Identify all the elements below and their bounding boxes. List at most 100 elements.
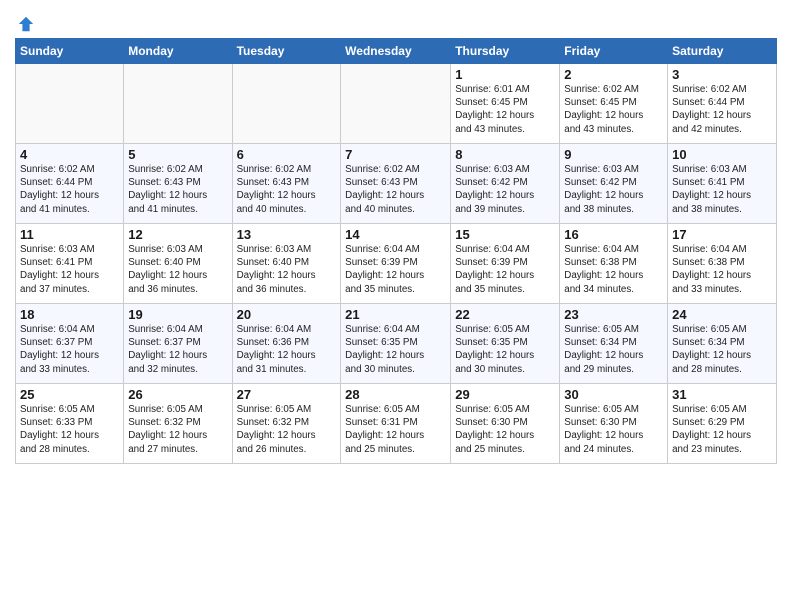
day-info: Sunrise: 6:02 AMSunset: 6:44 PMDaylight:… [672, 83, 772, 136]
calendar-week-row: 11Sunrise: 6:03 AMSunset: 6:41 PMDayligh… [16, 224, 777, 304]
day-number: 18 [20, 307, 119, 322]
day-number: 23 [564, 307, 663, 322]
day-number: 14 [345, 227, 446, 242]
calendar-cell: 25Sunrise: 6:05 AMSunset: 6:33 PMDayligh… [16, 384, 124, 464]
day-info: Sunrise: 6:03 AMSunset: 6:41 PMDaylight:… [672, 163, 772, 216]
day-number: 22 [455, 307, 555, 322]
day-number: 28 [345, 387, 446, 402]
calendar-cell: 11Sunrise: 6:03 AMSunset: 6:41 PMDayligh… [16, 224, 124, 304]
day-number: 10 [672, 147, 772, 162]
day-info: Sunrise: 6:02 AMSunset: 6:43 PMDaylight:… [237, 163, 337, 216]
day-number: 12 [128, 227, 227, 242]
calendar-table: SundayMondayTuesdayWednesdayThursdayFrid… [15, 38, 777, 464]
page-container: SundayMondayTuesdayWednesdayThursdayFrid… [0, 0, 792, 469]
day-number: 9 [564, 147, 663, 162]
day-info: Sunrise: 6:05 AMSunset: 6:35 PMDaylight:… [455, 323, 555, 376]
calendar-cell: 12Sunrise: 6:03 AMSunset: 6:40 PMDayligh… [124, 224, 232, 304]
day-info: Sunrise: 6:03 AMSunset: 6:41 PMDaylight:… [20, 243, 119, 296]
calendar-cell: 27Sunrise: 6:05 AMSunset: 6:32 PMDayligh… [232, 384, 341, 464]
day-info: Sunrise: 6:04 AMSunset: 6:38 PMDaylight:… [564, 243, 663, 296]
day-info: Sunrise: 6:03 AMSunset: 6:40 PMDaylight:… [128, 243, 227, 296]
weekday-header-wednesday: Wednesday [341, 39, 451, 64]
day-number: 30 [564, 387, 663, 402]
calendar-cell: 9Sunrise: 6:03 AMSunset: 6:42 PMDaylight… [560, 144, 668, 224]
day-number: 1 [455, 67, 555, 82]
logo [15, 15, 35, 33]
calendar-cell [124, 64, 232, 144]
calendar-cell: 24Sunrise: 6:05 AMSunset: 6:34 PMDayligh… [668, 304, 777, 384]
day-number: 17 [672, 227, 772, 242]
calendar-cell: 14Sunrise: 6:04 AMSunset: 6:39 PMDayligh… [341, 224, 451, 304]
calendar-cell: 29Sunrise: 6:05 AMSunset: 6:30 PMDayligh… [451, 384, 560, 464]
day-number: 29 [455, 387, 555, 402]
calendar-cell: 21Sunrise: 6:04 AMSunset: 6:35 PMDayligh… [341, 304, 451, 384]
calendar-cell: 15Sunrise: 6:04 AMSunset: 6:39 PMDayligh… [451, 224, 560, 304]
day-number: 6 [237, 147, 337, 162]
day-number: 4 [20, 147, 119, 162]
calendar-cell: 26Sunrise: 6:05 AMSunset: 6:32 PMDayligh… [124, 384, 232, 464]
calendar-cell: 3Sunrise: 6:02 AMSunset: 6:44 PMDaylight… [668, 64, 777, 144]
day-info: Sunrise: 6:04 AMSunset: 6:39 PMDaylight:… [345, 243, 446, 296]
day-number: 2 [564, 67, 663, 82]
calendar-cell: 31Sunrise: 6:05 AMSunset: 6:29 PMDayligh… [668, 384, 777, 464]
day-number: 27 [237, 387, 337, 402]
day-number: 25 [20, 387, 119, 402]
day-info: Sunrise: 6:02 AMSunset: 6:43 PMDaylight:… [128, 163, 227, 216]
day-number: 13 [237, 227, 337, 242]
day-info: Sunrise: 6:05 AMSunset: 6:34 PMDaylight:… [564, 323, 663, 376]
weekday-header-thursday: Thursday [451, 39, 560, 64]
calendar-cell: 8Sunrise: 6:03 AMSunset: 6:42 PMDaylight… [451, 144, 560, 224]
day-number: 5 [128, 147, 227, 162]
calendar-cell: 5Sunrise: 6:02 AMSunset: 6:43 PMDaylight… [124, 144, 232, 224]
day-number: 16 [564, 227, 663, 242]
calendar-cell: 13Sunrise: 6:03 AMSunset: 6:40 PMDayligh… [232, 224, 341, 304]
day-number: 26 [128, 387, 227, 402]
calendar-week-row: 25Sunrise: 6:05 AMSunset: 6:33 PMDayligh… [16, 384, 777, 464]
calendar-body: 1Sunrise: 6:01 AMSunset: 6:45 PMDaylight… [16, 64, 777, 464]
day-number: 31 [672, 387, 772, 402]
calendar-week-row: 4Sunrise: 6:02 AMSunset: 6:44 PMDaylight… [16, 144, 777, 224]
day-info: Sunrise: 6:03 AMSunset: 6:42 PMDaylight:… [455, 163, 555, 216]
calendar-cell [16, 64, 124, 144]
day-number: 20 [237, 307, 337, 322]
calendar-cell [232, 64, 341, 144]
calendar-week-row: 1Sunrise: 6:01 AMSunset: 6:45 PMDaylight… [16, 64, 777, 144]
weekday-header-friday: Friday [560, 39, 668, 64]
calendar-cell: 30Sunrise: 6:05 AMSunset: 6:30 PMDayligh… [560, 384, 668, 464]
day-info: Sunrise: 6:05 AMSunset: 6:33 PMDaylight:… [20, 403, 119, 456]
header [15, 10, 777, 33]
calendar-cell: 20Sunrise: 6:04 AMSunset: 6:36 PMDayligh… [232, 304, 341, 384]
calendar-cell: 4Sunrise: 6:02 AMSunset: 6:44 PMDaylight… [16, 144, 124, 224]
day-info: Sunrise: 6:05 AMSunset: 6:30 PMDaylight:… [455, 403, 555, 456]
day-info: Sunrise: 6:02 AMSunset: 6:44 PMDaylight:… [20, 163, 119, 216]
day-info: Sunrise: 6:05 AMSunset: 6:29 PMDaylight:… [672, 403, 772, 456]
day-number: 8 [455, 147, 555, 162]
weekday-header-tuesday: Tuesday [232, 39, 341, 64]
calendar-cell: 7Sunrise: 6:02 AMSunset: 6:43 PMDaylight… [341, 144, 451, 224]
calendar-cell: 18Sunrise: 6:04 AMSunset: 6:37 PMDayligh… [16, 304, 124, 384]
calendar-cell: 17Sunrise: 6:04 AMSunset: 6:38 PMDayligh… [668, 224, 777, 304]
day-info: Sunrise: 6:04 AMSunset: 6:39 PMDaylight:… [455, 243, 555, 296]
calendar-cell: 16Sunrise: 6:04 AMSunset: 6:38 PMDayligh… [560, 224, 668, 304]
calendar-header: SundayMondayTuesdayWednesdayThursdayFrid… [16, 39, 777, 64]
day-info: Sunrise: 6:05 AMSunset: 6:30 PMDaylight:… [564, 403, 663, 456]
logo-icon [17, 15, 35, 33]
day-number: 19 [128, 307, 227, 322]
day-number: 7 [345, 147, 446, 162]
day-info: Sunrise: 6:03 AMSunset: 6:42 PMDaylight:… [564, 163, 663, 216]
calendar-cell: 2Sunrise: 6:02 AMSunset: 6:45 PMDaylight… [560, 64, 668, 144]
day-info: Sunrise: 6:02 AMSunset: 6:43 PMDaylight:… [345, 163, 446, 216]
day-info: Sunrise: 6:04 AMSunset: 6:37 PMDaylight:… [20, 323, 119, 376]
weekday-header-row: SundayMondayTuesdayWednesdayThursdayFrid… [16, 39, 777, 64]
calendar-cell: 28Sunrise: 6:05 AMSunset: 6:31 PMDayligh… [341, 384, 451, 464]
calendar-cell: 23Sunrise: 6:05 AMSunset: 6:34 PMDayligh… [560, 304, 668, 384]
weekday-header-sunday: Sunday [16, 39, 124, 64]
day-info: Sunrise: 6:01 AMSunset: 6:45 PMDaylight:… [455, 83, 555, 136]
weekday-header-saturday: Saturday [668, 39, 777, 64]
day-number: 3 [672, 67, 772, 82]
day-number: 11 [20, 227, 119, 242]
day-info: Sunrise: 6:04 AMSunset: 6:35 PMDaylight:… [345, 323, 446, 376]
calendar-cell: 1Sunrise: 6:01 AMSunset: 6:45 PMDaylight… [451, 64, 560, 144]
calendar-cell: 19Sunrise: 6:04 AMSunset: 6:37 PMDayligh… [124, 304, 232, 384]
calendar-cell: 6Sunrise: 6:02 AMSunset: 6:43 PMDaylight… [232, 144, 341, 224]
